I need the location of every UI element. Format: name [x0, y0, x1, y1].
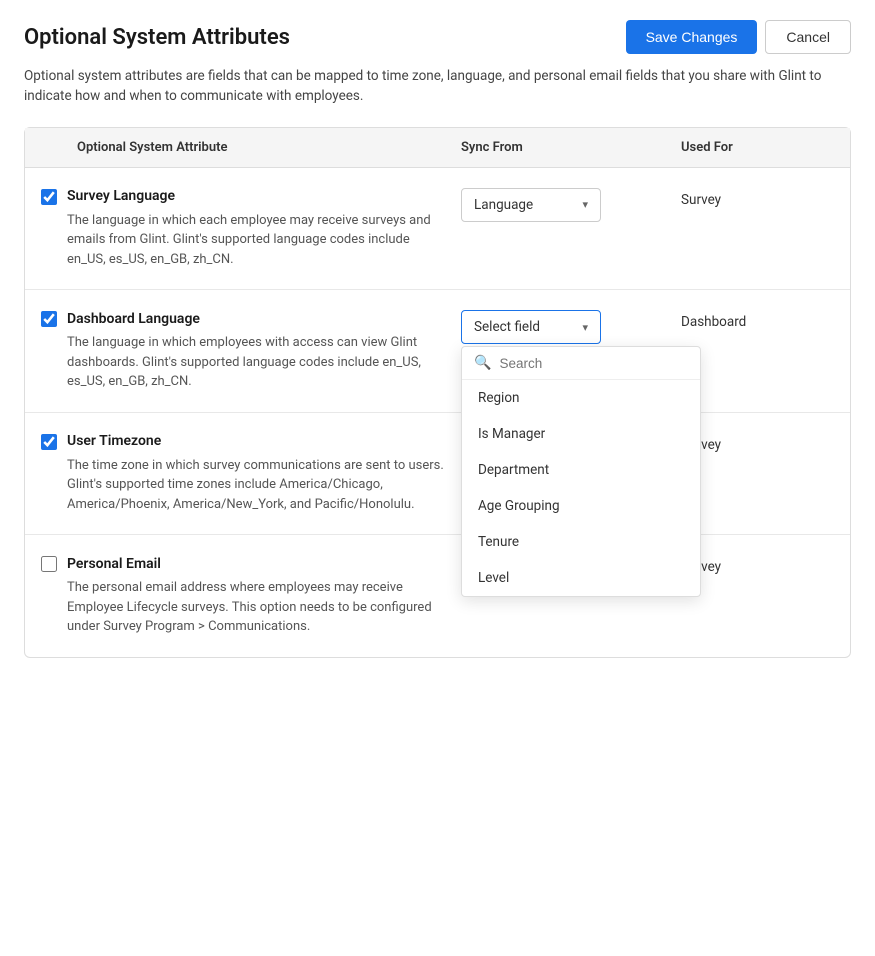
dropdown-search-input[interactable]: [499, 356, 688, 371]
cancel-button[interactable]: Cancel: [765, 20, 851, 54]
survey-language-checkbox[interactable]: [41, 189, 57, 205]
personal-email-desc: The personal email address where employe…: [67, 578, 461, 637]
attribute-cell: Dashboard Language The language in which…: [41, 310, 461, 392]
dashboard-language-checkbox[interactable]: [41, 311, 57, 327]
table-row: Dashboard Language The language in which…: [25, 290, 850, 413]
dropdown-list: Region Is Manager Department Age Groupin…: [462, 380, 700, 596]
attribute-cell: Personal Email The personal email addres…: [41, 555, 461, 637]
table-row: Survey Language The language in which ea…: [25, 168, 850, 291]
dropdown-search-wrapper: 🔍: [462, 347, 700, 380]
dropdown-menu: 🔍 Region Is Manager Department Age Group…: [461, 346, 701, 597]
dropdown-item[interactable]: Level: [462, 560, 700, 596]
header-used-for: Used For: [681, 140, 834, 155]
attribute-cell: User Timezone The time zone in which sur…: [41, 433, 461, 515]
dashboard-language-used-for: Dashboard: [681, 310, 834, 330]
dashboard-language-select-wrapper: Select field ▾ 🔍 Region Is Manager Depar…: [461, 310, 601, 344]
header-actions: Save Changes Cancel: [626, 20, 851, 54]
attributes-table: Optional System Attribute Sync From Used…: [24, 127, 851, 658]
personal-email-checkbox[interactable]: [41, 556, 57, 572]
personal-email-used-for: Survey: [681, 555, 834, 575]
table-row: User Timezone The time zone in which sur…: [25, 413, 850, 536]
dashboard-language-desc: The language in which employees with acc…: [67, 333, 461, 392]
survey-language-used-for: Survey: [681, 188, 834, 208]
search-icon: 🔍: [474, 355, 491, 371]
dashboard-language-select-label: Select field: [474, 319, 540, 335]
header-attribute: Optional System Attribute: [41, 140, 461, 155]
dropdown-item[interactable]: Department: [462, 452, 700, 488]
attribute-name-row: Personal Email: [41, 555, 461, 572]
dashboard-language-sync: Select field ▾ 🔍 Region Is Manager Depar…: [461, 310, 681, 344]
chevron-down-icon: ▾: [582, 198, 588, 211]
dropdown-item[interactable]: Region: [462, 380, 700, 416]
user-timezone-name: User Timezone: [67, 433, 161, 449]
user-timezone-used-for: Survey: [681, 433, 834, 453]
page-title: Optional System Attributes: [24, 25, 290, 50]
dropdown-item[interactable]: Is Manager: [462, 416, 700, 452]
attribute-name-row: Dashboard Language: [41, 310, 461, 327]
dropdown-item[interactable]: Age Grouping: [462, 488, 700, 524]
dropdown-item[interactable]: Tenure: [462, 524, 700, 560]
chevron-down-icon: ▾: [582, 321, 588, 334]
survey-language-select-wrapper: Language ▾: [461, 188, 601, 222]
save-changes-button[interactable]: Save Changes: [626, 20, 758, 54]
header-sync-from: Sync From: [461, 140, 681, 155]
survey-language-sync: Language ▾: [461, 188, 681, 222]
page-description: Optional system attributes are fields th…: [24, 66, 851, 107]
attribute-cell: Survey Language The language in which ea…: [41, 188, 461, 270]
table-row: Personal Email The personal email addres…: [25, 535, 850, 657]
user-timezone-checkbox[interactable]: [41, 434, 57, 450]
dashboard-language-name: Dashboard Language: [67, 311, 200, 327]
attribute-name-row: Survey Language: [41, 188, 461, 205]
personal-email-name: Personal Email: [67, 556, 161, 572]
survey-language-desc: The language in which each employee may …: [67, 211, 461, 270]
attribute-name-row: User Timezone: [41, 433, 461, 450]
dashboard-language-select[interactable]: Select field ▾: [461, 310, 601, 344]
survey-language-name: Survey Language: [67, 188, 175, 204]
table-header: Optional System Attribute Sync From Used…: [25, 128, 850, 168]
page-header: Optional System Attributes Save Changes …: [24, 20, 851, 54]
user-timezone-desc: The time zone in which survey communicat…: [67, 456, 461, 515]
survey-language-select[interactable]: Language ▾: [461, 188, 601, 222]
survey-language-select-label: Language: [474, 197, 533, 213]
